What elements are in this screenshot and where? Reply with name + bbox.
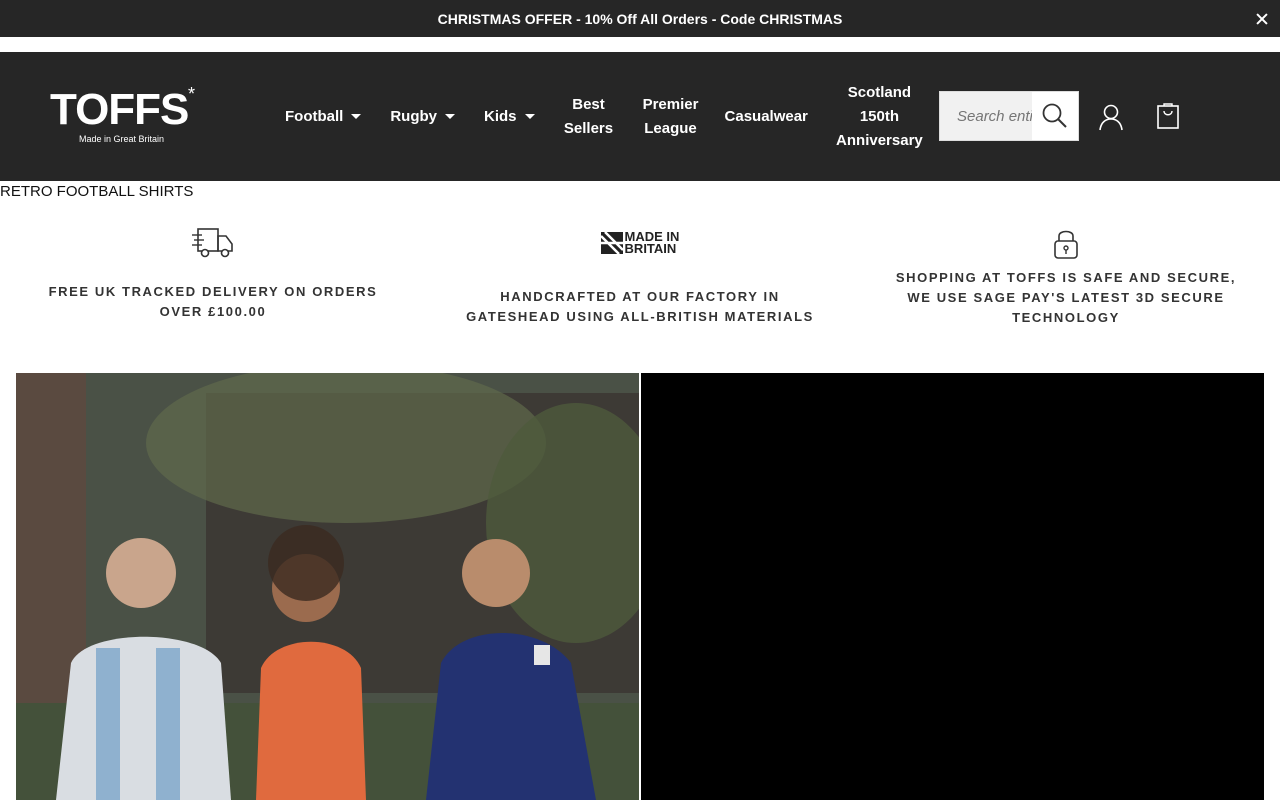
logo-tagline: Made in Great Britain [79, 134, 165, 144]
shopping-bag-icon [1157, 103, 1179, 129]
hero-alt-text: RETRO FOOTBALL SHIRTS [0, 183, 194, 200]
logo-star: * [188, 84, 196, 104]
site-header: TOFFS * Made in Great Britain Football R… [0, 52, 1280, 181]
nav-item-casualwear[interactable]: Casualwear [711, 105, 822, 129]
main-nav: Football Rugby Kids Best Sellers Premier… [270, 52, 937, 181]
nav-item-kids[interactable]: Kids [467, 105, 547, 129]
nav-label: Best Sellers [563, 95, 614, 137]
announcement-bar: CHRISTMAS OFFER - 10% Off All Orders - C… [0, 0, 1280, 37]
nav-item-scotland-150th[interactable]: Scotland 150th Anniversary [822, 81, 937, 153]
promo-banner-right[interactable] [641, 373, 1264, 800]
search-icon [1042, 103, 1067, 128]
padlock-icon [1054, 230, 1078, 259]
search-input[interactable] [940, 92, 1032, 140]
models-photo [16, 373, 639, 800]
made-in-britain-icon: MADE IN BRITAIN [460, 230, 820, 256]
chevron-down-icon [524, 114, 535, 119]
announcement-text: CHRISTMAS OFFER - 10% Off All Orders - C… [437, 10, 843, 27]
user-icon [1099, 104, 1123, 131]
nav-label: Rugby [390, 107, 437, 125]
chevron-down-icon [445, 114, 455, 119]
search-button[interactable] [1032, 92, 1078, 140]
logo-wordmark: TOFFS [50, 85, 189, 134]
nav-label: Premier League [642, 95, 699, 137]
usp-secure: SHOPPING AT TOFFS IS SAFE AND SECURE, WE… [890, 228, 1242, 328]
account-button[interactable] [1096, 102, 1126, 132]
nav-item-best-sellers[interactable]: Best Sellers [547, 93, 631, 141]
logo[interactable]: TOFFS * Made in Great Britain [50, 84, 205, 148]
usp-text: HANDCRAFTED AT OUR FACTORY IN GATESHEAD … [466, 289, 814, 324]
nav-label: Football [285, 107, 344, 125]
cart-button[interactable] [1153, 100, 1183, 132]
promo-banner-left[interactable] [16, 373, 639, 800]
nav-label: Kids [484, 107, 517, 125]
usp-made-in-britain: MADE IN BRITAIN HANDCRAFTED AT OUR FACTO… [460, 230, 820, 327]
close-icon[interactable] [1252, 9, 1272, 29]
chevron-down-icon [351, 114, 362, 119]
usp-text: SHOPPING AT TOFFS IS SAFE AND SECURE, WE… [895, 270, 1237, 325]
nav-item-football[interactable]: Football [270, 105, 373, 129]
badge-line-2: BRITAIN [624, 241, 677, 256]
nav-item-premier-league[interactable]: Premier League [631, 93, 711, 141]
nav-item-rugby[interactable]: Rugby [373, 105, 467, 129]
union-flag-icon [600, 232, 623, 254]
usp-delivery: FREE UK TRACKED DELIVERY ON ORDERS OVER … [40, 226, 386, 322]
delivery-truck-icon [192, 228, 233, 258]
nav-label: Casualwear [724, 107, 808, 125]
nav-label: Scotland 150th Anniversary [836, 83, 923, 149]
hero-image[interactable]: RETRO FOOTBALL SHIRTS [0, 183, 193, 200]
usp-text: FREE UK TRACKED DELIVERY ON ORDERS OVER … [48, 284, 378, 319]
search-box [939, 91, 1079, 141]
